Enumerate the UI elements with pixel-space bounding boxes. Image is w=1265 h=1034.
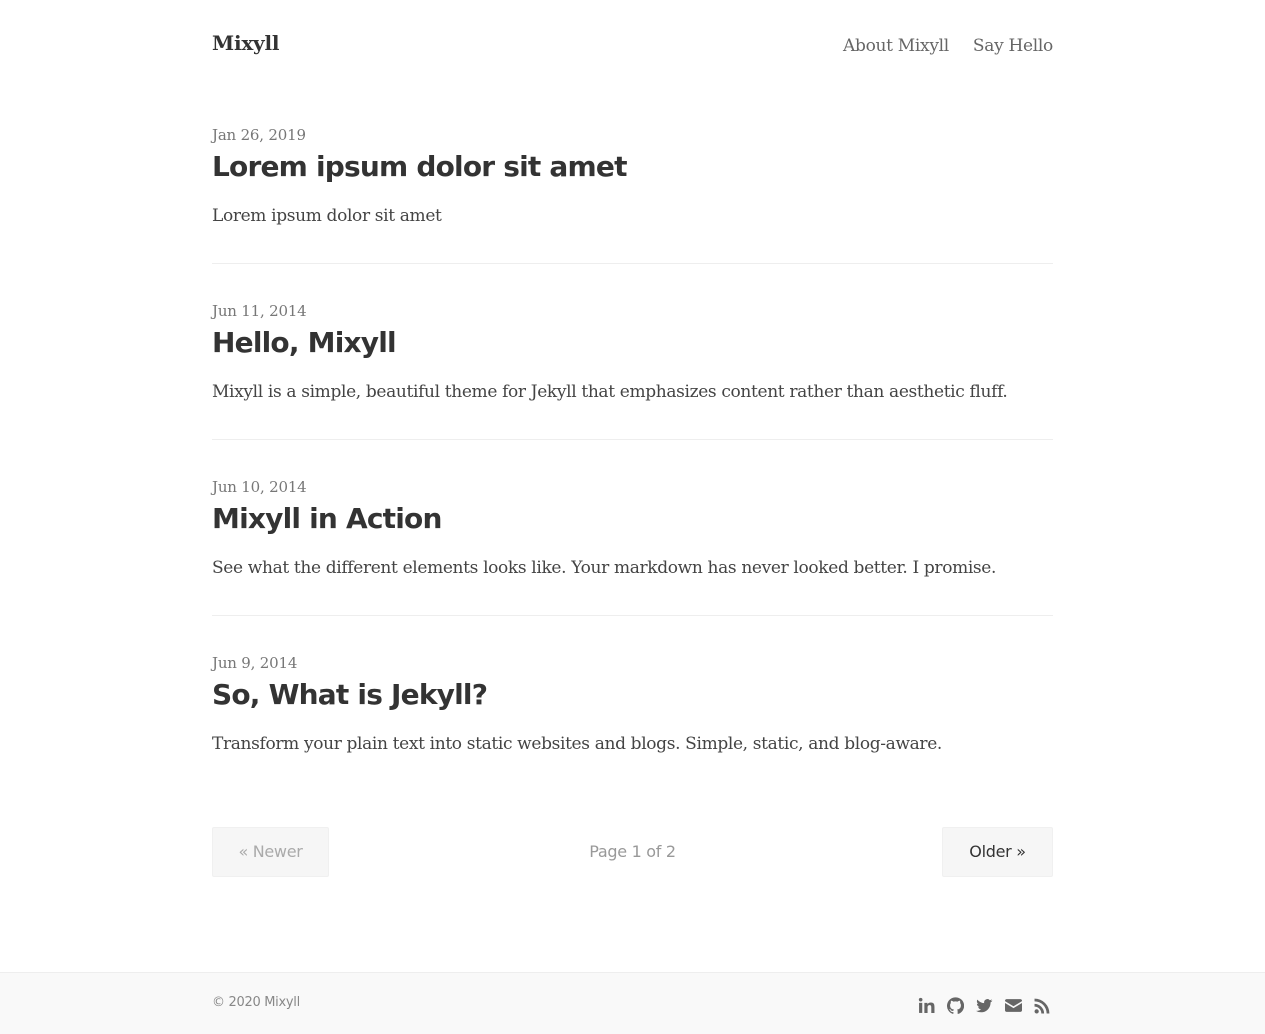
post-item: Jun 10, 2014 Mixyll in Action See what t…	[212, 472, 1053, 616]
nav-link-about[interactable]: About Mixyll	[843, 36, 949, 56]
post-item: Jun 11, 2014 Hello, Mixyll Mixyll is a s…	[212, 296, 1053, 440]
linkedin-icon[interactable]	[918, 997, 935, 1014]
older-button[interactable]: Older »	[942, 827, 1053, 877]
envelope-icon[interactable]	[1005, 997, 1022, 1014]
pagination: « Newer Page 1 of 2 Older »	[212, 827, 1053, 877]
post-excerpt: Transform your plain text into static we…	[212, 734, 942, 754]
post-item: Jun 9, 2014 So, What is Jekyll? Transfor…	[212, 648, 1053, 791]
post-date: Jun 9, 2014	[212, 654, 298, 672]
post-list: Jan 26, 2019 Lorem ipsum dolor sit amet …	[212, 120, 1053, 823]
post-title-link[interactable]: Lorem ipsum dolor sit amet	[212, 150, 627, 183]
post-date: Jan 26, 2019	[212, 126, 306, 144]
rss-icon[interactable]	[1034, 997, 1051, 1014]
post-date: Jun 11, 2014	[212, 302, 307, 320]
post-item: Jan 26, 2019 Lorem ipsum dolor sit amet …	[212, 120, 1053, 264]
post-title-link[interactable]: Mixyll in Action	[212, 502, 442, 535]
site-footer: © 2020 Mixyll	[0, 972, 1265, 1034]
social-links	[918, 997, 1051, 1014]
page-number: Page 1 of 2	[589, 842, 676, 861]
site-nav: About Mixyll Say Hello	[843, 36, 1053, 56]
post-excerpt: Mixyll is a simple, beautiful theme for …	[212, 382, 1008, 402]
post-date: Jun 10, 2014	[212, 478, 307, 496]
post-excerpt: Lorem ipsum dolor sit amet	[212, 206, 442, 226]
post-excerpt: See what the different elements looks li…	[212, 558, 997, 578]
copyright-text: © 2020 Mixyll	[212, 995, 300, 1010]
site-title-link[interactable]: Mixyll	[212, 31, 279, 55]
site-header: Mixyll About Mixyll Say Hello	[212, 0, 1053, 96]
post-title-link[interactable]: So, What is Jekyll?	[212, 678, 488, 711]
github-icon[interactable]	[947, 997, 964, 1014]
nav-link-say-hello[interactable]: Say Hello	[973, 36, 1053, 56]
post-title-link[interactable]: Hello, Mixyll	[212, 326, 397, 359]
twitter-icon[interactable]	[976, 997, 993, 1014]
